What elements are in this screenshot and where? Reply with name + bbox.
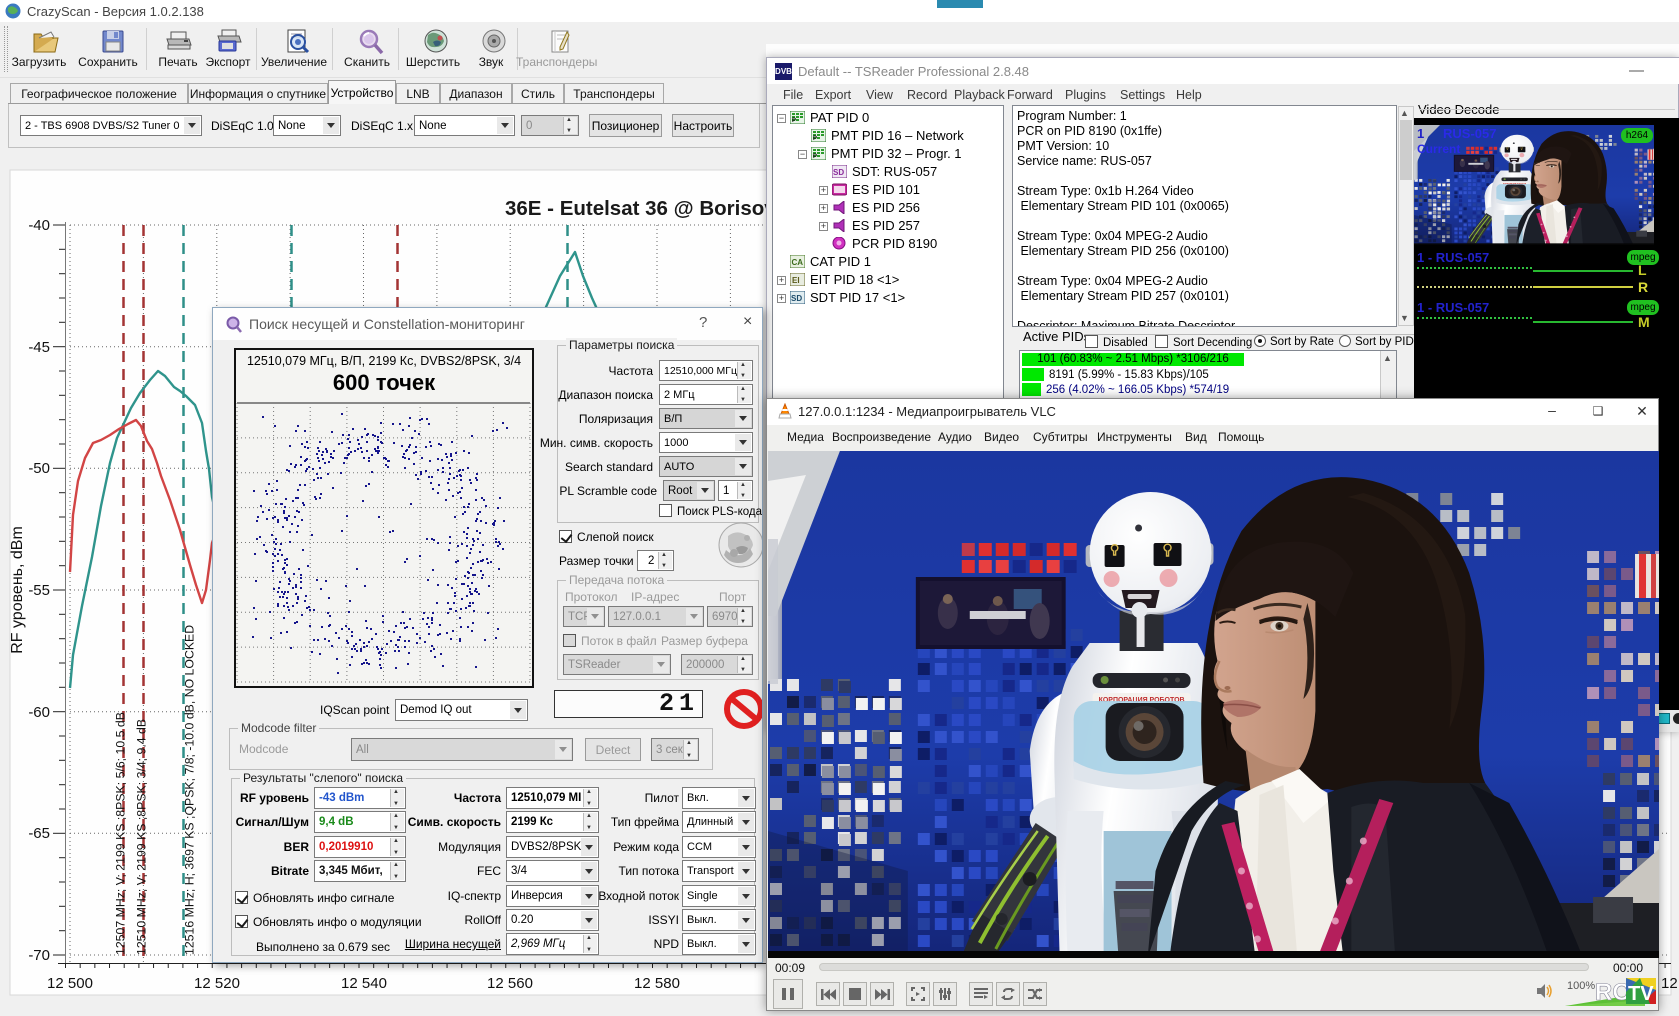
- svg-text:-65: -65: [28, 825, 50, 842]
- svg-text:12510 MHz; V; 2199 KS ;8PSK; 3: 12510 MHz; V; 2199 KS ;8PSK; 3/4; 9.4 dB: [135, 719, 149, 955]
- svg-text:EI: EI: [792, 276, 800, 285]
- svg-text:12 500: 12 500: [47, 975, 93, 992]
- svg-text:12516 MHz; H; 3697 KS ;QPSK; 7: 12516 MHz; H; 3697 KS ;QPSK; 7/8; -10.0 …: [183, 625, 197, 955]
- svg-text:P: P: [813, 136, 817, 142]
- svg-text:SD: SD: [791, 294, 802, 303]
- svg-text:12 720: 12 720: [1661, 975, 1679, 992]
- svg-text:P: P: [813, 154, 817, 160]
- svg-text:-70: -70: [28, 947, 50, 964]
- svg-text:-60: -60: [28, 704, 50, 721]
- svg-text:-55: -55: [28, 582, 50, 599]
- svg-text:RF уровень, dBm: RF уровень, dBm: [9, 526, 26, 654]
- svg-text:12507 MHz; V; 2199 KS ;8PSK; 5: 12507 MHz; V; 2199 KS ;8PSK; 5/6; 10.5 d…: [114, 712, 128, 955]
- svg-text:36E - Eutelsat 36 @ Borisovka: 36E - Eutelsat 36 @ Borisovka: [505, 197, 799, 220]
- svg-text:RO: RO: [1595, 979, 1631, 1006]
- svg-text:P: P: [792, 118, 796, 124]
- svg-text:-45: -45: [28, 339, 50, 356]
- svg-text:-40: -40: [28, 217, 50, 234]
- svg-text:12 520: 12 520: [194, 975, 240, 992]
- svg-text:12 560: 12 560: [487, 975, 533, 992]
- svg-text:TV: TV: [1628, 983, 1654, 1005]
- svg-text:-50: -50: [28, 460, 50, 477]
- svg-text:12 580: 12 580: [634, 975, 680, 992]
- svg-text:SD: SD: [833, 168, 844, 177]
- svg-text:12 540: 12 540: [341, 975, 387, 992]
- svg-text:CA: CA: [792, 258, 804, 267]
